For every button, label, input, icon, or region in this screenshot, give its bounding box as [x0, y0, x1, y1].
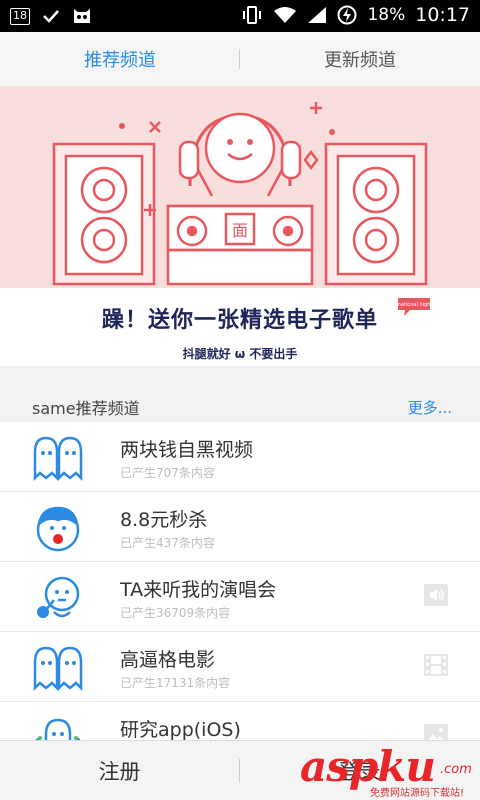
- vibrate-icon: [243, 6, 262, 24]
- banner-logo-text: 面: [232, 221, 248, 240]
- dj-illustration: 面: [52, 102, 428, 286]
- clock: 10:17: [415, 4, 470, 26]
- battery-percent: 18%: [367, 5, 406, 25]
- notification-badge: 18: [10, 7, 30, 25]
- tab-bar: 推荐频道 更新频道: [0, 32, 480, 86]
- status-right: 18% 10:17: [241, 4, 470, 26]
- ghost-pair-icon: [33, 646, 83, 692]
- status-left: 18: [10, 6, 92, 26]
- watermark-logo: aspku .com 免费网站源码下载站!: [300, 742, 480, 800]
- tab-recommended[interactable]: 推荐频道: [0, 32, 240, 86]
- channel-count: 已产生17131条内容: [120, 676, 231, 690]
- tab-updated[interactable]: 更新频道: [240, 32, 480, 86]
- ghost-group-icon: [35, 718, 81, 740]
- banner-subtitle: 抖腿就好 ω 不要出手: [182, 347, 298, 361]
- list-item[interactable]: TA来听我的演唱会 已产生36709条内容: [0, 562, 480, 632]
- ghost-pair-icon: [33, 436, 83, 482]
- channel-title: 8.8元秒杀: [120, 509, 208, 531]
- channel-count: 已产生707条内容: [120, 466, 215, 480]
- national-high-tag: national high: [398, 298, 431, 316]
- film-icon: [424, 654, 448, 676]
- singer-microphone-icon: [37, 576, 80, 618]
- list-item[interactable]: 两块钱自黑视频 已产生707条内容: [0, 422, 480, 492]
- robot-cat-icon: [74, 9, 90, 23]
- list-item[interactable]: 8.8元秒杀 已产生437条内容: [0, 492, 480, 562]
- check-icon: [43, 10, 59, 23]
- section-title: same推荐频道: [32, 399, 140, 418]
- channel-count: 已产生36709条内容: [120, 606, 231, 620]
- channel-list: 两块钱自黑视频 已产生707条内容 8.8元秒杀 已产生437条内容 TA来听我…: [0, 422, 480, 740]
- tab-divider: [239, 49, 240, 69]
- channel-title: 两块钱自黑视频: [120, 439, 254, 461]
- list-item[interactable]: 研究app(iOS): [0, 702, 480, 740]
- list-item[interactable]: 高逼格电影 已产生17131条内容: [0, 632, 480, 702]
- register-button[interactable]: 注册: [0, 741, 239, 800]
- promo-banner[interactable]: 面 躁！送你一张精选电子歌单 national high 抖腿就好 ω 不要出手: [0, 86, 480, 366]
- channel-count: 已产生437条内容: [120, 536, 215, 550]
- watermark-suffix: .com: [440, 762, 472, 777]
- watermark-subtitle: 免费网站源码下载站!: [370, 788, 465, 799]
- status-bar: 18 18% 10:17: [0, 0, 480, 32]
- channel-title: 高逼格电影: [120, 649, 216, 671]
- channel-title: TA来听我的演唱会: [120, 579, 277, 601]
- shouting-face-icon: [36, 506, 80, 552]
- banner-illustration: 面: [0, 86, 480, 288]
- more-link[interactable]: 更多...: [408, 397, 452, 418]
- audio-icon: [424, 584, 448, 606]
- channel-title: 研究app(iOS): [120, 719, 241, 740]
- signal-icon: [308, 7, 327, 23]
- battery-charging-icon: [337, 5, 357, 25]
- national-high-tag-text: national high: [398, 302, 431, 308]
- section-header: same推荐频道 更多...: [0, 386, 480, 422]
- image-icon: [424, 724, 448, 740]
- wifi-icon: [274, 7, 297, 23]
